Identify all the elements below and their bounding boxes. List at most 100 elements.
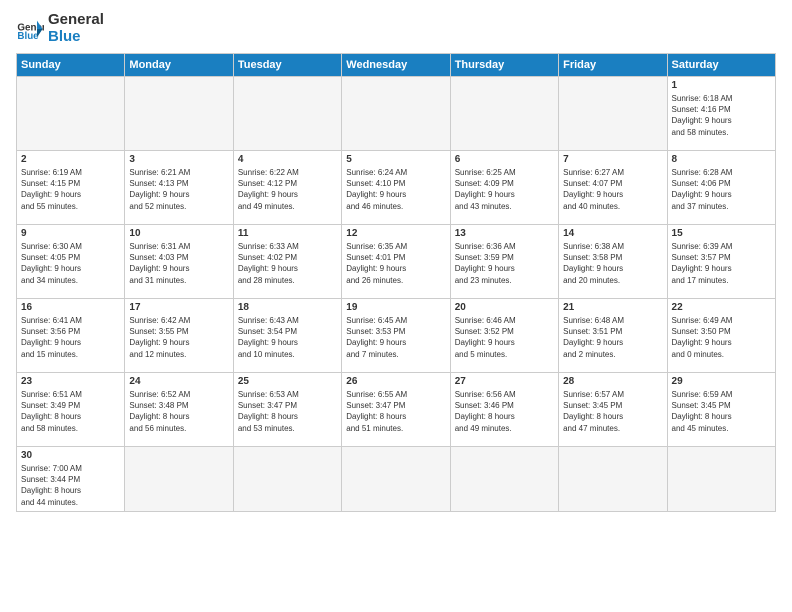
day-number: 12 [346, 228, 445, 239]
calendar-cell: 9 Sunrise: 6:30 AM Sunset: 4:05 PM Daylig… [17, 225, 125, 299]
day-info: Sunrise: 6:48 AM Sunset: 3:51 PM Dayligh… [563, 315, 662, 360]
day-info: Sunrise: 6:52 AM Sunset: 3:48 PM Dayligh… [129, 389, 228, 434]
day-info: Sunrise: 6:39 AM Sunset: 3:57 PM Dayligh… [672, 241, 771, 286]
day-number: 7 [563, 154, 662, 165]
day-number: 11 [238, 228, 337, 239]
calendar-cell: 3 Sunrise: 6:21 AM Sunset: 4:13 PM Daylig… [125, 151, 233, 225]
weekday-header-sunday: Sunday [17, 54, 125, 77]
calendar-table: SundayMondayTuesdayWednesdayThursdayFrid… [16, 53, 776, 512]
day-number: 3 [129, 154, 228, 165]
calendar-cell: 1Sunrise: 6:18 AM Sunset: 4:16 PM Daylig… [667, 77, 775, 151]
calendar-cell [450, 447, 558, 512]
calendar-cell [125, 447, 233, 512]
day-number: 28 [563, 376, 662, 387]
calendar-cell [233, 77, 341, 151]
day-info: Sunrise: 6:38 AM Sunset: 3:58 PM Dayligh… [563, 241, 662, 286]
day-info: Sunrise: 6:21 AM Sunset: 4:13 PM Dayligh… [129, 167, 228, 212]
day-number: 30 [21, 450, 120, 461]
calendar-cell: 27Sunrise: 6:56 AM Sunset: 3:46 PM Dayli… [450, 373, 558, 447]
day-number: 4 [238, 154, 337, 165]
day-info: Sunrise: 6:45 AM Sunset: 3:53 PM Dayligh… [346, 315, 445, 360]
calendar-cell: 18 Sunrise: 6:43 AM Sunset: 3:54 PM Dayli… [233, 299, 341, 373]
day-number: 17 [129, 302, 228, 313]
day-info: Sunrise: 6:30 AM Sunset: 4:05 PM Dayligh… [21, 241, 120, 286]
day-number: 9 [21, 228, 120, 239]
calendar-cell: 19Sunrise: 6:45 AM Sunset: 3:53 PM Dayli… [342, 299, 450, 373]
day-number: 20 [455, 302, 554, 313]
calendar-cell [667, 447, 775, 512]
day-number: 8 [672, 154, 771, 165]
logo-blue: Blue [48, 29, 104, 46]
calendar-cell: 28Sunrise: 6:57 AM Sunset: 3:45 PM Dayli… [559, 373, 667, 447]
day-info: Sunrise: 6:33 AM Sunset: 4:02 PM Dayligh… [238, 241, 337, 286]
logo-icon: General Blue [16, 15, 44, 43]
day-info: Sunrise: 6:56 AM Sunset: 3:46 PM Dayligh… [455, 389, 554, 434]
day-info: Sunrise: 6:22 AM Sunset: 4:12 PM Dayligh… [238, 167, 337, 212]
calendar-cell: 29Sunrise: 6:59 AM Sunset: 3:45 PM Dayli… [667, 373, 775, 447]
calendar-cell: 8 Sunrise: 6:28 AM Sunset: 4:06 PM Daylig… [667, 151, 775, 225]
calendar-cell: 11 Sunrise: 6:33 AM Sunset: 4:02 PM Dayli… [233, 225, 341, 299]
calendar-cell [233, 447, 341, 512]
calendar-cell: 25Sunrise: 6:53 AM Sunset: 3:47 PM Dayli… [233, 373, 341, 447]
day-number: 13 [455, 228, 554, 239]
calendar-cell: 7 Sunrise: 6:27 AM Sunset: 4:07 PM Daylig… [559, 151, 667, 225]
day-info: Sunrise: 6:49 AM Sunset: 3:50 PM Dayligh… [672, 315, 771, 360]
calendar-cell: 15 Sunrise: 6:39 AM Sunset: 3:57 PM Dayli… [667, 225, 775, 299]
day-number: 23 [21, 376, 120, 387]
day-info: Sunrise: 6:27 AM Sunset: 4:07 PM Dayligh… [563, 167, 662, 212]
day-info: Sunrise: 6:36 AM Sunset: 3:59 PM Dayligh… [455, 241, 554, 286]
calendar-week-3: 9 Sunrise: 6:30 AM Sunset: 4:05 PM Daylig… [17, 225, 776, 299]
day-info: Sunrise: 7:00 AM Sunset: 3:44 PM Dayligh… [21, 463, 120, 508]
calendar-cell [559, 77, 667, 151]
weekday-header-thursday: Thursday [450, 54, 558, 77]
day-info: Sunrise: 6:31 AM Sunset: 4:03 PM Dayligh… [129, 241, 228, 286]
calendar-cell: 6Sunrise: 6:25 AM Sunset: 4:09 PM Daylig… [450, 151, 558, 225]
day-info: Sunrise: 6:59 AM Sunset: 3:45 PM Dayligh… [672, 389, 771, 434]
day-info: Sunrise: 6:43 AM Sunset: 3:54 PM Dayligh… [238, 315, 337, 360]
day-number: 26 [346, 376, 445, 387]
day-number: 24 [129, 376, 228, 387]
day-info: Sunrise: 6:41 AM Sunset: 3:56 PM Dayligh… [21, 315, 120, 360]
svg-text:Blue: Blue [17, 30, 39, 41]
day-number: 6 [455, 154, 554, 165]
calendar-week-1: 1Sunrise: 6:18 AM Sunset: 4:16 PM Daylig… [17, 77, 776, 151]
weekday-header-monday: Monday [125, 54, 233, 77]
calendar-week-5: 23 Sunrise: 6:51 AM Sunset: 3:49 PM Dayli… [17, 373, 776, 447]
weekday-header-tuesday: Tuesday [233, 54, 341, 77]
day-info: Sunrise: 6:28 AM Sunset: 4:06 PM Dayligh… [672, 167, 771, 212]
day-info: Sunrise: 6:51 AM Sunset: 3:49 PM Dayligh… [21, 389, 120, 434]
day-info: Sunrise: 6:42 AM Sunset: 3:55 PM Dayligh… [129, 315, 228, 360]
day-info: Sunrise: 6:19 AM Sunset: 4:15 PM Dayligh… [21, 167, 120, 212]
calendar-cell: 22 Sunrise: 6:49 AM Sunset: 3:50 PM Dayli… [667, 299, 775, 373]
calendar-cell: 20 Sunrise: 6:46 AM Sunset: 3:52 PM Dayli… [450, 299, 558, 373]
calendar-cell: 13 Sunrise: 6:36 AM Sunset: 3:59 PM Dayli… [450, 225, 558, 299]
day-number: 22 [672, 302, 771, 313]
weekday-header-friday: Friday [559, 54, 667, 77]
calendar-week-4: 16 Sunrise: 6:41 AM Sunset: 3:56 PM Dayli… [17, 299, 776, 373]
day-info: Sunrise: 6:18 AM Sunset: 4:16 PM Dayligh… [672, 93, 771, 138]
calendar-cell: 2Sunrise: 6:19 AM Sunset: 4:15 PM Daylig… [17, 151, 125, 225]
calendar-cell: 4 Sunrise: 6:22 AM Sunset: 4:12 PM Daylig… [233, 151, 341, 225]
weekday-header-saturday: Saturday [667, 54, 775, 77]
calendar-cell: 24 Sunrise: 6:52 AM Sunset: 3:48 PM Dayli… [125, 373, 233, 447]
day-number: 16 [21, 302, 120, 313]
day-number: 21 [563, 302, 662, 313]
calendar-cell: 26 Sunrise: 6:55 AM Sunset: 3:47 PM Dayli… [342, 373, 450, 447]
page-header: General Blue General Blue [16, 12, 776, 45]
day-info: Sunrise: 6:55 AM Sunset: 3:47 PM Dayligh… [346, 389, 445, 434]
logo-general: General [48, 12, 104, 29]
day-number: 15 [672, 228, 771, 239]
day-info: Sunrise: 6:46 AM Sunset: 3:52 PM Dayligh… [455, 315, 554, 360]
calendar-cell: 12 Sunrise: 6:35 AM Sunset: 4:01 PM Dayli… [342, 225, 450, 299]
calendar-week-6: 30 Sunrise: 7:00 AM Sunset: 3:44 PM Dayli… [17, 447, 776, 512]
day-info: Sunrise: 6:35 AM Sunset: 4:01 PM Dayligh… [346, 241, 445, 286]
calendar-cell: 21 Sunrise: 6:48 AM Sunset: 3:51 PM Dayli… [559, 299, 667, 373]
day-number: 14 [563, 228, 662, 239]
day-number: 18 [238, 302, 337, 313]
calendar-cell: 30 Sunrise: 7:00 AM Sunset: 3:44 PM Dayli… [17, 447, 125, 512]
calendar-header-row: SundayMondayTuesdayWednesdayThursdayFrid… [17, 54, 776, 77]
calendar-cell: 16 Sunrise: 6:41 AM Sunset: 3:56 PM Dayli… [17, 299, 125, 373]
calendar-page: General Blue General Blue SundayMondayTu… [0, 0, 792, 612]
calendar-cell: 14 Sunrise: 6:38 AM Sunset: 3:58 PM Dayli… [559, 225, 667, 299]
calendar-cell [342, 77, 450, 151]
